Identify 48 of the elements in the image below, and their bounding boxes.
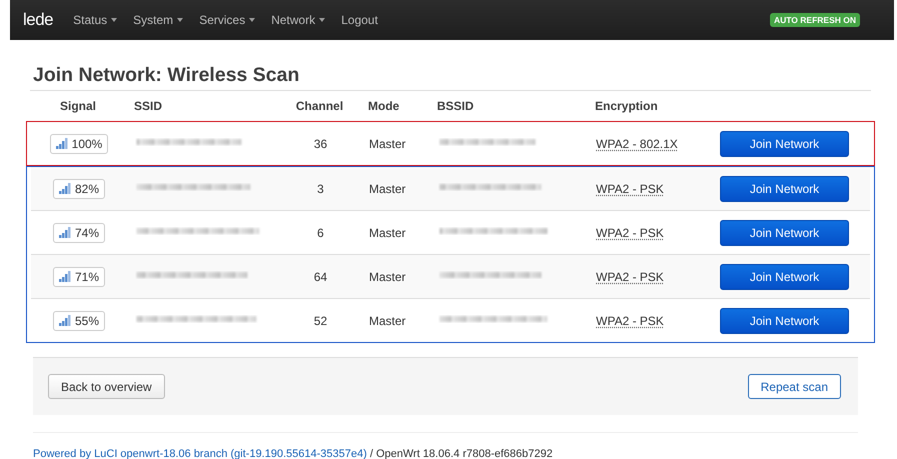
column-header: Mode xyxy=(367,98,400,112)
signal-percent: 100% xyxy=(72,136,102,150)
channel-cell-text: 36 xyxy=(312,136,328,150)
signal-bars-icon xyxy=(56,138,68,149)
channel-cell-text: 6 xyxy=(316,226,325,240)
mode-cell-text: Master xyxy=(368,136,407,150)
channel-cell-text: 64 xyxy=(312,270,328,284)
page-title: Join Network: Wireless Scan xyxy=(33,64,300,87)
mode-cell-text: Master xyxy=(368,314,407,328)
nav-menu-item[interactable]: Network xyxy=(271,13,326,27)
signal-bars-icon xyxy=(58,315,71,326)
signal-percent: 55% xyxy=(74,314,100,328)
signal-bars-icon xyxy=(58,227,71,238)
column-header: Encryption xyxy=(594,98,659,112)
signal-percent: 74% xyxy=(74,226,100,240)
channel-cell-text: 52 xyxy=(312,314,328,328)
signal-percent: 82% xyxy=(74,182,100,196)
nav-menu-item[interactable]: Status xyxy=(73,13,118,27)
signal-percent: 71% xyxy=(74,270,100,284)
signal-bars-icon xyxy=(58,271,71,282)
join-network-button[interactable]: Join Network xyxy=(720,308,849,334)
repeat-scan-button[interactable]: Repeat scan xyxy=(748,374,841,399)
mode-cell-text: Master xyxy=(368,226,407,240)
brand-logo[interactable]: lede xyxy=(23,10,54,30)
encryption-text: WPA2 - PSK xyxy=(596,226,664,240)
encryption-text: WPA2 - PSK xyxy=(596,182,664,196)
mode-cell-text: Master xyxy=(368,270,407,284)
mode-cell-text: Master xyxy=(368,182,407,196)
back-button[interactable]: Back to overview xyxy=(48,374,165,399)
column-header: SSID xyxy=(133,98,164,112)
column-header: Channel xyxy=(294,98,344,112)
join-network-button[interactable]: Join Network xyxy=(720,130,849,156)
powered-by-link[interactable]: Powered by LuCI openwrt-18.06 branch (git-19.190.55614-35357e4) xyxy=(33,448,367,459)
nav-menu-item[interactable]: Logout xyxy=(341,13,378,27)
encryption-text: WPA2 - 802.1X xyxy=(596,136,678,150)
auto-refresh-badge[interactable]: AUTO REFRESH ON xyxy=(770,13,860,27)
signal-bars-icon xyxy=(58,183,71,194)
version-text: / OpenWrt 18.06.4 r7808-ef686b7292 xyxy=(370,448,553,459)
nav-menu-item[interactable]: Services xyxy=(199,13,256,27)
column-header: BSSID xyxy=(436,98,475,112)
join-network-button[interactable]: Join Network xyxy=(720,176,849,202)
column-header: Signal xyxy=(58,98,97,112)
nav-menu-item[interactable]: System xyxy=(133,13,184,27)
channel-cell-text: 3 xyxy=(316,182,325,196)
encryption-text: WPA2 - PSK xyxy=(596,314,664,328)
join-network-button[interactable]: Join Network xyxy=(720,264,849,290)
encryption-text: WPA2 - PSK xyxy=(596,270,664,284)
join-network-button[interactable]: Join Network xyxy=(720,220,849,246)
